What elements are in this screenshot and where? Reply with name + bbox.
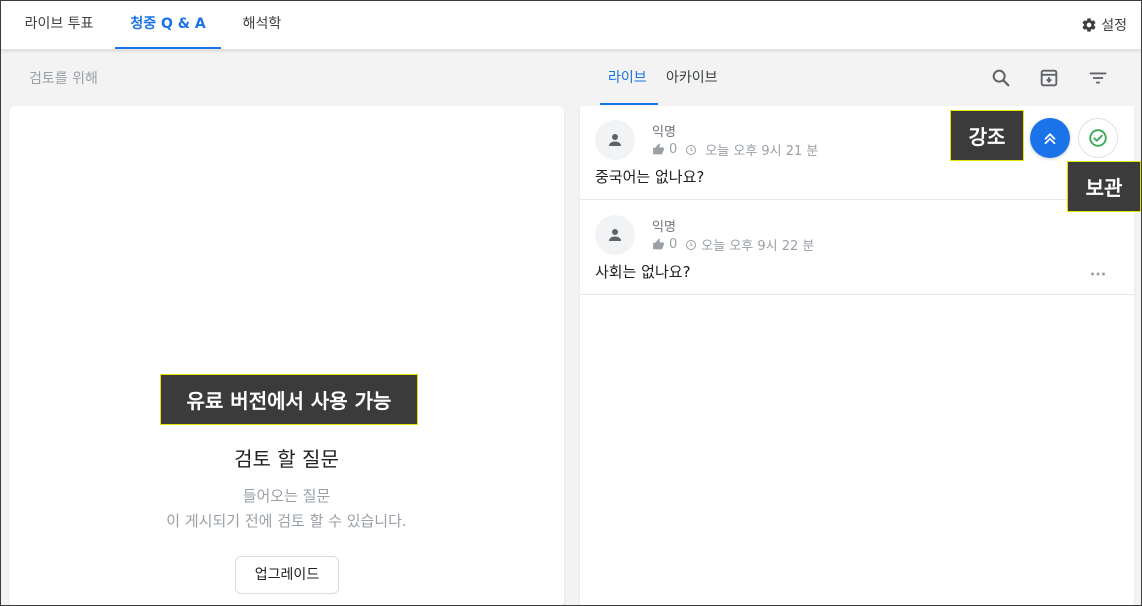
clock-icon xyxy=(686,239,697,250)
more-options-icon[interactable] xyxy=(1090,271,1106,277)
tab-label: 해석학 xyxy=(242,16,282,32)
thumbs-up-icon[interactable] xyxy=(652,143,665,156)
description-line: 들어오는 질문 xyxy=(242,487,331,505)
question-meta: 0 오늘 오후 9시 21 분 xyxy=(652,140,818,159)
settings-button[interactable]: 설정 xyxy=(1081,15,1127,35)
tab-label: 청중 Q & A xyxy=(130,16,206,32)
question-meta: 0 오늘 오후 9시 22 분 xyxy=(652,235,814,254)
sub-toolbar: 검토를 위해 라이브 아카이브 xyxy=(1,51,1141,105)
like-count: 0 xyxy=(669,237,678,252)
top-nav: 라이브 투표 청중 Q & A 해석학 설정 xyxy=(1,1,1141,50)
paid-version-callout: 유료 버전에서 사용 가능 xyxy=(160,374,418,425)
tab-audience-qa[interactable]: 청중 Q & A xyxy=(115,1,221,49)
review-panel-description: 들어오는 질문 이 게시되기 전에 검토 할 수 있습니다. xyxy=(9,484,564,534)
review-panel: 검토 할 질문 들어오는 질문 이 게시되기 전에 검토 할 수 있습니다. 업… xyxy=(9,106,564,605)
tab-analytics[interactable]: 해석학 xyxy=(229,1,295,49)
question-author: 익명 xyxy=(652,125,676,140)
subtab-active-indicator xyxy=(600,103,658,105)
check-circle-icon xyxy=(1089,129,1107,147)
like-count: 0 xyxy=(669,142,678,157)
filter-icon[interactable] xyxy=(1087,67,1109,89)
question-author: 익명 xyxy=(652,220,676,235)
archive-button[interactable] xyxy=(1078,118,1118,158)
archive-callout: 보관 xyxy=(1067,161,1141,212)
tab-live[interactable]: 라이브 xyxy=(608,67,647,87)
archive-download-icon[interactable] xyxy=(1038,67,1060,89)
tab-label: 라이브 투표 xyxy=(24,16,94,32)
avatar xyxy=(595,215,635,255)
review-panel-title: 검토 할 질문 xyxy=(234,447,339,471)
description-line: 이 게시되기 전에 검토 할 수 있습니다. xyxy=(166,512,407,530)
highlight-callout: 강조 xyxy=(950,110,1024,161)
tab-active-indicator xyxy=(115,47,221,49)
gear-icon xyxy=(1082,18,1096,32)
highlight-button[interactable] xyxy=(1030,118,1070,158)
tab-archive[interactable]: 아카이브 xyxy=(666,67,718,87)
question-text: 중국어는 없나요? xyxy=(595,168,705,186)
avatar xyxy=(595,120,635,160)
review-section-label: 검토를 위해 xyxy=(29,71,98,87)
clock-icon xyxy=(686,144,697,155)
search-icon[interactable] xyxy=(990,67,1012,89)
question-text: 사회는 없나요? xyxy=(595,263,691,281)
settings-label: 설정 xyxy=(1101,18,1127,34)
app-window: 라이브 투표 청중 Q & A 해석학 설정 검토를 위해 라이브 아카이브 검… xyxy=(0,0,1142,606)
question-time: 오늘 오후 9시 22 분 xyxy=(701,239,815,254)
question-item[interactable]: 익명 0 오늘 오후 9시 22 분 사회는 없나요? xyxy=(580,201,1134,295)
upgrade-button[interactable]: 업그레이드 xyxy=(235,556,339,594)
tab-live-poll[interactable]: 라이브 투표 xyxy=(13,1,105,49)
double-chevron-up-icon xyxy=(1044,133,1056,145)
question-time: 오늘 오후 9시 21 분 xyxy=(705,144,819,159)
live-questions-panel: 익명 0 오늘 오후 9시 21 분 중국어는 없나요? 익명 0 오늘 오후 … xyxy=(580,106,1134,605)
thumbs-up-icon[interactable] xyxy=(652,238,665,251)
person-icon xyxy=(609,229,621,241)
person-icon xyxy=(609,134,621,146)
